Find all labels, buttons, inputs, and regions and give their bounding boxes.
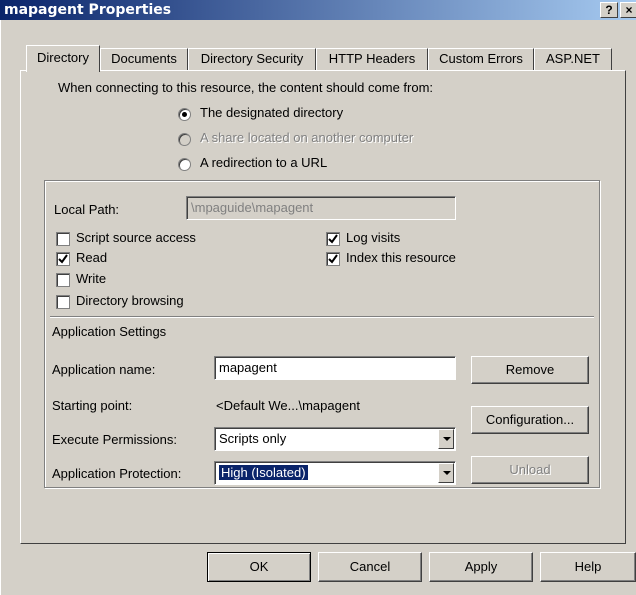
apply-button[interactable]: Apply bbox=[429, 552, 533, 582]
tab-directory[interactable]: Directory bbox=[26, 45, 100, 72]
help-footer-button[interactable]: Help bbox=[540, 552, 636, 582]
tab-http-headers[interactable]: HTTP Headers bbox=[316, 48, 428, 70]
help-button[interactable]: ? bbox=[600, 2, 618, 18]
tab-documents[interactable]: Documents bbox=[100, 48, 188, 70]
tab-aspnet[interactable]: ASP.NET bbox=[534, 48, 612, 70]
close-button[interactable]: × bbox=[620, 2, 636, 18]
tab-panel bbox=[20, 70, 626, 544]
tab-directory-security[interactable]: Directory Security bbox=[188, 48, 316, 70]
window-title: mapagent Properties bbox=[4, 2, 172, 18]
tab-custom-errors[interactable]: Custom Errors bbox=[428, 48, 534, 70]
ok-button[interactable]: OK bbox=[207, 552, 311, 582]
cancel-button[interactable]: Cancel bbox=[318, 552, 422, 582]
